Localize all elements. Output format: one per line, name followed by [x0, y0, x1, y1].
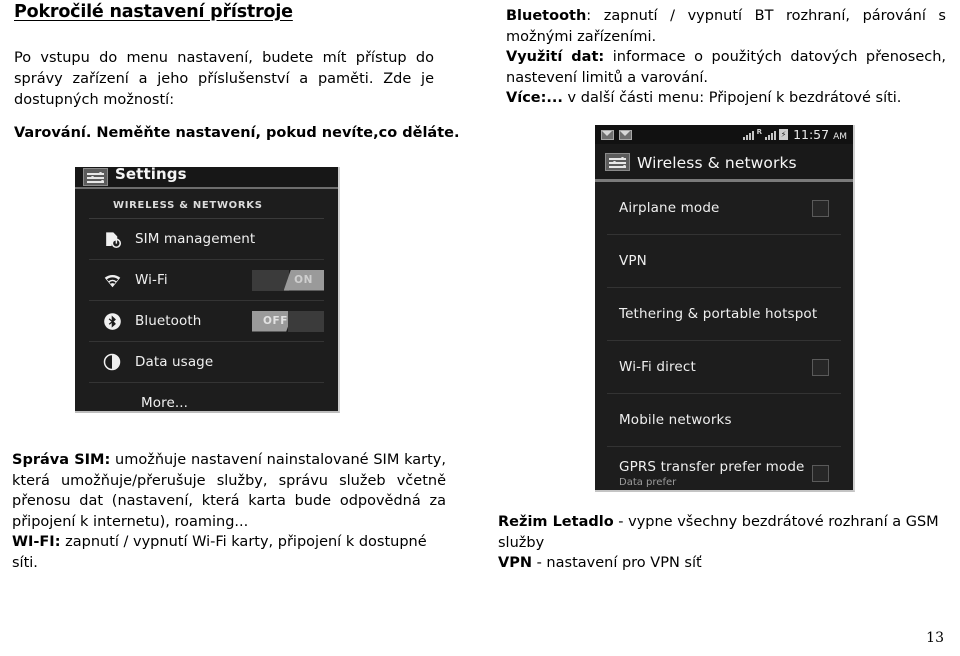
wireless-networks-title-bar: Wireless & networks: [595, 144, 853, 182]
page-title: Pokročilé nastavení přístroje: [14, 2, 293, 22]
data-usage-term: Využití dat:: [506, 49, 605, 65]
sim-card-icon: [95, 230, 129, 249]
wireless-row-vpn[interactable]: VPN: [607, 235, 841, 288]
mail-icon: [619, 129, 632, 140]
status-system-icons: R ⚡ 11:57 AM: [742, 127, 847, 142]
airplane-description: Režim Letadlo - vypne všechny bezdrátové…: [498, 512, 942, 553]
intro-paragraph: Po vstupu do menu nastavení, budete mít …: [14, 50, 434, 108]
settings-row-data-usage[interactable]: Data usage: [89, 342, 324, 383]
bluetooth-toggle-switch[interactable]: OFF: [252, 310, 324, 332]
wireless-row-label: Wi-Fi direct: [619, 359, 696, 375]
status-clock: 11:57 AM: [793, 127, 847, 142]
wifi-term: WI-FI:: [12, 534, 61, 550]
more-term: Více:...: [506, 90, 563, 106]
wireless-row-text-column: GPRS transfer prefer mode Data prefer: [607, 459, 805, 488]
screenshot-settings-main: Settings WIRELESS & NETWORKS SIM managem…: [75, 167, 340, 413]
wifi-toggle-state-label: ON: [294, 274, 313, 286]
settings-title-label: Settings: [115, 167, 187, 183]
settings-row-label: Bluetooth: [135, 313, 202, 329]
settings-row-label: Data usage: [135, 354, 214, 370]
bluetooth-icon: [95, 312, 129, 331]
settings-row-more[interactable]: More...: [89, 383, 324, 411]
signal-bars-icon: [742, 130, 754, 140]
status-clock-time: 11:57: [793, 127, 830, 142]
settings-row-wifi[interactable]: Wi-Fi ON: [89, 260, 324, 301]
signal-bars-icon: [765, 130, 777, 140]
sim-description: Správa SIM: umožňuje nastavení nainstalo…: [12, 450, 446, 532]
wifi-direct-checkbox[interactable]: [812, 358, 829, 376]
section-header-wireless-networks: WIRELESS & NETWORKS: [89, 189, 324, 219]
settings-row-bluetooth[interactable]: Bluetooth OFF: [89, 301, 324, 342]
roaming-indicator-label: R: [756, 127, 763, 136]
bottom-right-description-block: Režim Letadlo - vypne všechny bezdrátové…: [498, 512, 942, 574]
wireless-row-gprs-transfer-prefer-mode[interactable]: GPRS transfer prefer mode Data prefer: [607, 447, 841, 490]
bluetooth-description: Bluetooth: zapnutí / vypnutí BT rozhraní…: [506, 6, 946, 47]
wireless-row-airplane-mode[interactable]: Airplane mode: [607, 182, 841, 235]
bluetooth-toggle-state-label: OFF: [263, 315, 289, 327]
settings-row-label: More...: [141, 395, 189, 411]
wireless-row-label: Airplane mode: [619, 200, 720, 216]
wireless-row-subtitle: Data prefer: [619, 476, 677, 488]
android-status-bar: R ⚡ 11:57 AM: [595, 125, 853, 144]
more-term-body: v další části menu: Připojení k bezdráto…: [562, 90, 902, 106]
settings-row-label: Wi-Fi: [135, 272, 168, 288]
wireless-row-tethering-hotspot[interactable]: Tethering & portable hotspot: [607, 288, 841, 341]
settings-sliders-icon: [83, 168, 108, 186]
wifi-description: WI-FI: zapnutí / vypnutí Wi-Fi karty, př…: [12, 532, 446, 573]
right-description-block: Bluetooth: zapnutí / vypnutí BT rozhraní…: [506, 6, 946, 109]
vpn-term-body: - nastavení pro VPN síť: [531, 555, 702, 571]
airplane-mode-checkbox[interactable]: [812, 199, 829, 217]
battery-icon: ⚡: [779, 129, 789, 140]
screenshot-wireless-networks: R ⚡ 11:57 AM Wireless & networks Airplan…: [595, 125, 855, 492]
document-page: Pokročilé nastavení přístroje Po vstupu …: [0, 0, 960, 656]
gprs-transfer-checkbox[interactable]: [812, 464, 829, 482]
pie-chart-icon: [95, 353, 129, 371]
wireless-row-label: GPRS transfer prefer mode: [619, 458, 805, 475]
wifi-term-body: zapnutí / vypnutí Wi-Fi karty, připojení…: [12, 534, 427, 571]
wireless-row-label: Tethering & portable hotspot: [619, 306, 818, 322]
settings-sliders-icon: [605, 153, 630, 171]
settings-row-label: SIM management: [135, 231, 256, 247]
data-usage-description: Využití dat: informace o použitých datov…: [506, 47, 946, 88]
wireless-row-wifi-direct[interactable]: Wi-Fi direct: [607, 341, 841, 394]
status-notification-icons: [601, 129, 632, 140]
wireless-row-label: Mobile networks: [619, 412, 732, 428]
bottom-left-description-block: Správa SIM: umožňuje nastavení nainstalo…: [12, 450, 446, 573]
wireless-networks-title-label: Wireless & networks: [637, 154, 797, 172]
mail-icon: [601, 129, 614, 140]
wifi-toggle-switch[interactable]: ON: [252, 269, 324, 291]
settings-row-sim-management[interactable]: SIM management: [89, 219, 324, 260]
wireless-row-mobile-networks[interactable]: Mobile networks: [607, 394, 841, 447]
more-description: Více:... v další části menu: Připojení k…: [506, 88, 946, 109]
sim-term: Správa SIM:: [12, 452, 111, 468]
wifi-icon: [95, 271, 129, 290]
wireless-row-label: VPN: [619, 253, 647, 269]
vpn-description: VPN - nastavení pro VPN síť: [498, 553, 942, 574]
warning-text: Varování. Neměňte nastavení, pokud nevít…: [14, 125, 460, 141]
vpn-term: VPN: [498, 555, 532, 571]
bluetooth-term: Bluetooth: [506, 8, 587, 24]
settings-title-bar: Settings: [75, 167, 338, 189]
status-clock-meridiem: AM: [833, 132, 847, 142]
page-number: 13: [926, 630, 944, 646]
airplane-term: Režim Letadlo: [498, 514, 614, 530]
